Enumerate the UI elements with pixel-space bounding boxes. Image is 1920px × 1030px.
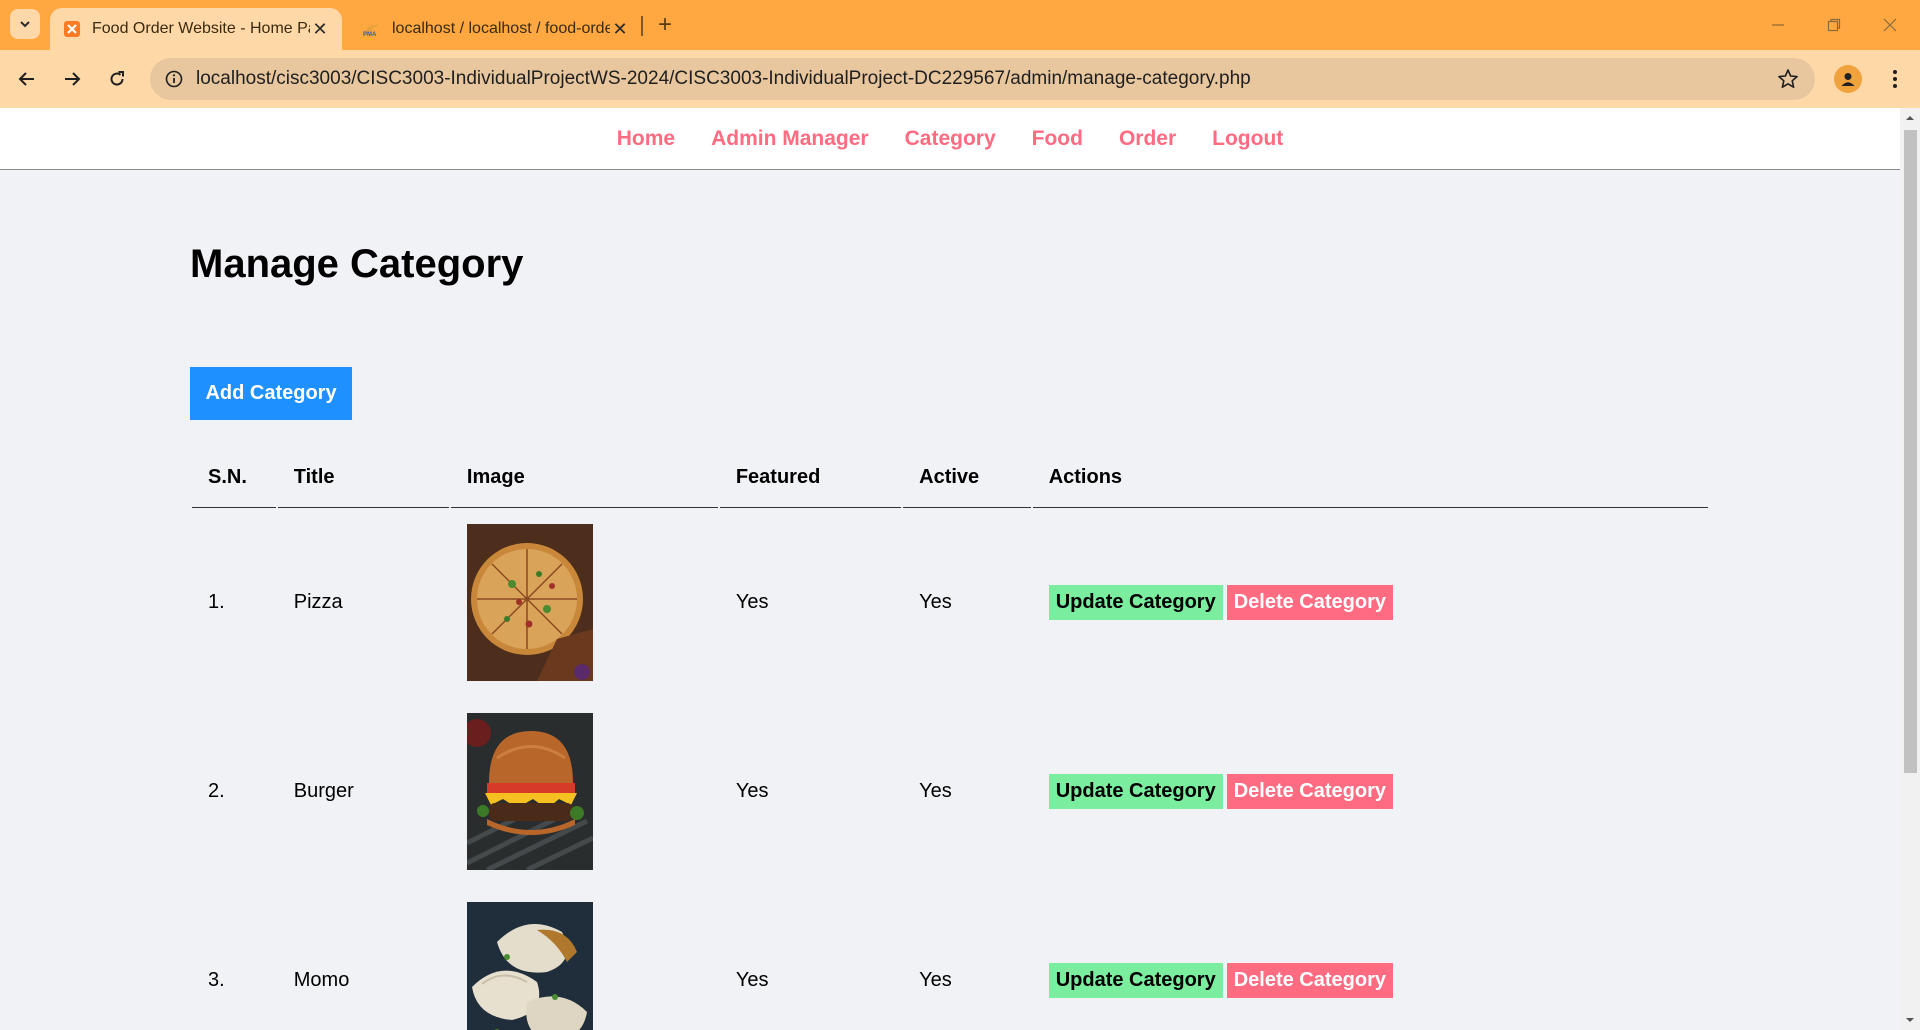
- profile-avatar[interactable]: [1834, 65, 1862, 93]
- browser-toolbar: localhost/cisc3003/CISC3003-IndividualPr…: [0, 50, 1920, 108]
- close-tab-icon[interactable]: ✕: [610, 19, 630, 39]
- close-icon: [1883, 18, 1897, 32]
- chevron-down-icon: [20, 21, 30, 28]
- cell-title: Momo: [293, 969, 350, 991]
- delete-category-button[interactable]: Delete Category: [1226, 774, 1393, 809]
- scroll-down-arrow-icon[interactable]: [1905, 1015, 1915, 1025]
- header-actions: Actions: [1032, 448, 1708, 508]
- phpmyadmin-favicon-icon: PMA: [362, 19, 382, 39]
- site-info-icon[interactable]: [164, 69, 184, 89]
- cell-active: Yes: [919, 591, 952, 613]
- minimize-button[interactable]: [1750, 0, 1806, 50]
- cell-sn: 2.: [208, 780, 225, 802]
- cell-title: Pizza: [293, 591, 343, 613]
- category-table: S.N. Title Image Featured Active Actions…: [190, 448, 1710, 1030]
- arrow-left-icon: [18, 72, 34, 86]
- back-button[interactable]: [10, 62, 44, 96]
- cell-actions: Update Category Delete Category: [1033, 508, 1708, 697]
- table-header-row: S.N. Title Image Featured Active Actions: [192, 448, 1708, 508]
- close-window-button[interactable]: [1862, 0, 1918, 50]
- nav-home-link[interactable]: Home: [617, 127, 675, 151]
- nav-food-link[interactable]: Food: [1032, 127, 1083, 151]
- site-navigation: Home Admin Manager Category Food Order L…: [0, 108, 1900, 170]
- cell-featured: Yes: [735, 969, 769, 991]
- table-row: 2. Burger Yes Yes Update Category Delete…: [192, 697, 1708, 886]
- browser-tab-bar: Food Order Website - Home Page ✕ PMA loc…: [0, 0, 1920, 50]
- page-viewport: Home Admin Manager Category Food Order L…: [0, 108, 1900, 1030]
- nav-category-link[interactable]: Category: [905, 127, 996, 151]
- tab-title: Food Order Website - Home Page: [92, 20, 310, 37]
- scroll-up-arrow-icon[interactable]: [1905, 113, 1915, 123]
- cell-title: Burger: [293, 780, 354, 802]
- scrollbar-thumb[interactable]: [1904, 130, 1917, 773]
- close-tab-icon[interactable]: ✕: [310, 19, 330, 39]
- update-category-button[interactable]: Update Category: [1048, 774, 1223, 809]
- browser-menu-button[interactable]: [1880, 64, 1910, 94]
- restore-icon: [1827, 18, 1841, 32]
- address-bar[interactable]: localhost/cisc3003/CISC3003-IndividualPr…: [150, 58, 1815, 100]
- momo-image: [466, 902, 593, 1030]
- header-image: Image: [450, 448, 718, 508]
- reload-icon: [110, 71, 124, 86]
- pizza-image: [466, 524, 593, 681]
- forward-button[interactable]: [55, 62, 89, 96]
- header-active: Active: [903, 448, 1031, 508]
- arrow-right-icon: [65, 72, 81, 86]
- cell-sn: 3.: [208, 969, 225, 991]
- cell-image: [451, 886, 718, 1030]
- reload-button[interactable]: [100, 62, 134, 96]
- nav-logout-link[interactable]: Logout: [1212, 127, 1283, 151]
- url-text: localhost/cisc3003/CISC3003-IndividualPr…: [196, 68, 1251, 89]
- browser-tab[interactable]: PMA localhost / localhost / food-order ✕: [350, 8, 642, 50]
- minimize-icon: [1772, 24, 1784, 26]
- cell-featured: Yes: [735, 591, 769, 613]
- restore-button[interactable]: [1806, 0, 1862, 50]
- delete-category-button[interactable]: Delete Category: [1226, 963, 1393, 998]
- page-title: Manage Category: [190, 242, 524, 286]
- table-row: 3. Momo Yes Yes Update Category Delete C…: [192, 886, 1708, 1030]
- tab-separator: [641, 16, 643, 36]
- burger-image: [466, 713, 593, 870]
- xampp-favicon-icon: [62, 19, 82, 39]
- cell-actions: Update Category Delete Category: [1033, 697, 1708, 886]
- header-sn: S.N.: [192, 448, 276, 508]
- cell-actions: Update Category Delete Category: [1033, 886, 1708, 1030]
- nav-admin-manager-link[interactable]: Admin Manager: [711, 127, 869, 151]
- cell-featured: Yes: [735, 780, 769, 802]
- cell-sn: 1.: [208, 591, 225, 613]
- nav-order-link[interactable]: Order: [1119, 127, 1176, 151]
- person-icon: [1841, 73, 1855, 86]
- cell-active: Yes: [919, 780, 952, 802]
- tab-search-button[interactable]: [10, 9, 40, 39]
- tab-title: localhost / localhost / food-order: [392, 20, 610, 37]
- update-category-button[interactable]: Update Category: [1048, 585, 1223, 620]
- bookmark-star-icon[interactable]: [1777, 68, 1799, 90]
- add-category-button[interactable]: Add Category: [190, 367, 352, 420]
- cell-active: Yes: [919, 969, 952, 991]
- more-vertical-icon: [1893, 70, 1897, 88]
- header-title: Title: [277, 448, 449, 508]
- vertical-scrollbar[interactable]: [1900, 108, 1920, 1030]
- cell-image: [451, 697, 718, 886]
- delete-category-button[interactable]: Delete Category: [1226, 585, 1393, 620]
- cell-image: [451, 508, 718, 697]
- table-row: 1. Pizza Yes Yes Update Category Delete …: [192, 508, 1708, 697]
- browser-tab-active[interactable]: Food Order Website - Home Page ✕: [50, 8, 342, 50]
- new-tab-button[interactable]: +: [650, 10, 680, 40]
- header-featured: Featured: [719, 448, 902, 508]
- update-category-button[interactable]: Update Category: [1048, 963, 1223, 998]
- svg-text:PMA: PMA: [363, 32, 377, 37]
